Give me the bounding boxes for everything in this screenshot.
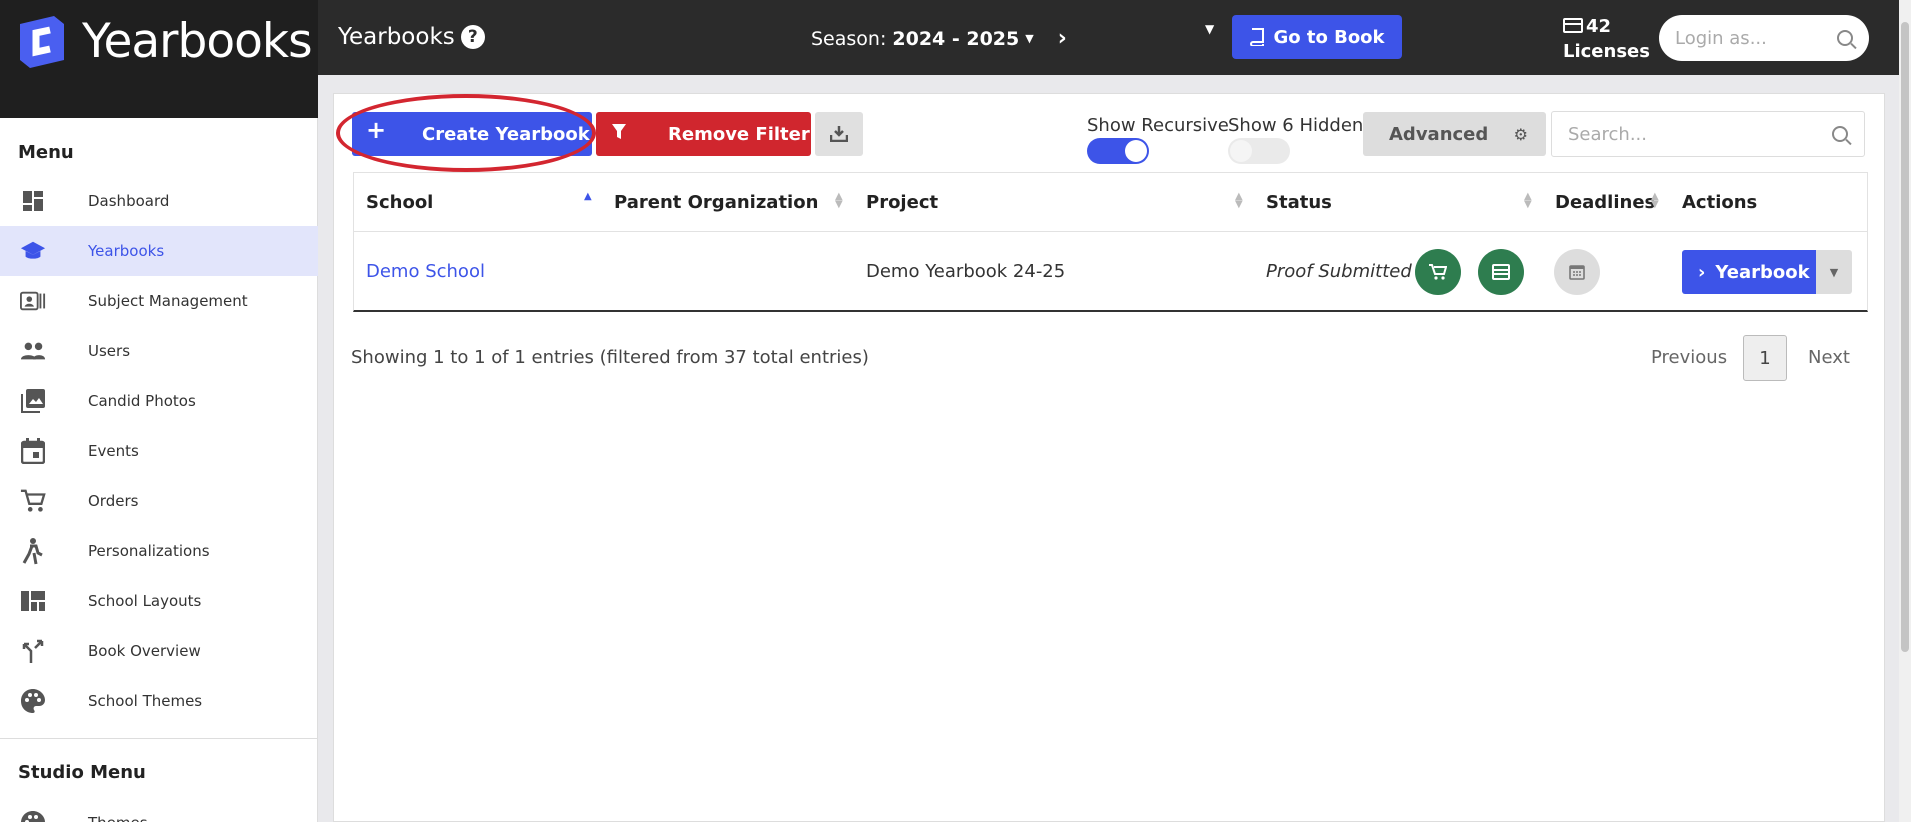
users-icon <box>20 338 46 364</box>
sidebar-item-school-themes[interactable]: School Themes <box>0 676 318 726</box>
status-text: Proof Submitted <box>1266 261 1412 282</box>
caret-down-icon: ▼ <box>1025 32 1034 45</box>
sort-icon[interactable]: ▲ ▼ <box>1651 192 1659 210</box>
show-hidden-toggle[interactable] <box>1228 138 1290 164</box>
studio-menu-title: Studio Menu <box>18 762 146 783</box>
sidebar-item-dashboard[interactable]: Dashboard <box>0 176 318 226</box>
book-icon <box>1250 28 1265 46</box>
show-hidden-label: Show 6 Hidden <box>1228 115 1364 136</box>
palette-icon <box>20 810 46 822</box>
person-icon <box>20 538 46 565</box>
go-to-book-button[interactable]: Go to Book <box>1232 15 1402 59</box>
sidebar-item-subject-management[interactable]: Subject Management <box>0 276 318 326</box>
table-row: Demo School Demo Yearbook 24-25 Proof Su… <box>353 232 1868 312</box>
pagination-previous[interactable]: Previous <box>1651 347 1727 368</box>
sidebar-item-yearbooks[interactable]: Yearbooks <box>0 226 318 276</box>
sidebar-item-users[interactable]: Users <box>0 326 318 376</box>
page-title: Yearbooks ? <box>338 24 485 50</box>
toggle-knob <box>1230 140 1252 162</box>
order-cart-icon[interactable] <box>1415 249 1461 295</box>
show-recursive-label: Show Recursive <box>1087 115 1229 136</box>
sidebar-item-book-overview[interactable]: Book Overview <box>0 626 318 676</box>
sidebar-item-candid-photos[interactable]: Candid Photos <box>0 376 318 426</box>
column-actions: Actions <box>1682 192 1758 213</box>
palette-icon <box>20 688 46 714</box>
graduation-cap-icon <box>20 238 46 264</box>
toggle-knob <box>1125 140 1147 162</box>
sidebar-item-themes[interactable]: Themes <box>0 798 318 822</box>
table-info: Showing 1 to 1 of 1 entries (filtered fr… <box>351 347 869 368</box>
menu-title: Menu <box>18 142 74 163</box>
project-cell: Demo Yearbook 24-25 <box>866 261 1066 282</box>
dashboard-icon <box>20 188 46 214</box>
sidebar-item-events[interactable]: Events <box>0 426 318 476</box>
list-icon[interactable] <box>1478 249 1524 295</box>
sort-icon[interactable]: ▲ ▼ <box>1235 192 1243 210</box>
licenses-counter: 42 Licenses <box>1563 16 1650 62</box>
logo[interactable]: Yearbooks <box>0 0 318 118</box>
branch-icon <box>20 638 46 664</box>
open-yearbook-button[interactable]: › Yearbook <box>1682 250 1816 294</box>
caret-down-icon[interactable]: ▼ <box>1205 22 1214 36</box>
search-icon <box>1837 30 1853 46</box>
id-card-icon <box>20 288 46 314</box>
calendar-icon <box>20 438 46 464</box>
sidebar-item-orders[interactable]: Orders <box>0 476 318 526</box>
layout-icon <box>20 588 46 614</box>
sort-up-icon[interactable]: ▲ <box>584 192 592 202</box>
photos-icon <box>20 388 46 414</box>
advanced-button[interactable]: Advanced ⚙ <box>1363 112 1546 156</box>
column-parent-organization[interactable]: Parent Organization <box>614 192 818 213</box>
cart-icon <box>20 488 46 514</box>
remove-filter-button[interactable]: Remove Filter <box>596 112 811 156</box>
sidebar-divider <box>0 738 318 739</box>
sort-icon[interactable]: ▲ ▼ <box>835 192 843 210</box>
scrollbar-thumb[interactable] <box>1901 22 1909 652</box>
login-as-input[interactable]: Login as... <box>1659 15 1869 61</box>
highlight-annotation <box>336 94 596 172</box>
sidebar-item-personalizations[interactable]: Personalizations <box>0 526 318 576</box>
chevron-right-icon: › <box>1698 261 1706 283</box>
pagination-next[interactable]: Next <box>1808 347 1850 368</box>
pagination-page-1[interactable]: 1 <box>1743 335 1787 381</box>
column-status[interactable]: Status <box>1266 192 1332 213</box>
school-link[interactable]: Demo School <box>366 261 485 282</box>
deadlines-calendar-icon[interactable] <box>1554 249 1600 295</box>
table-header: School ▲ Parent Organization ▲ ▼ Project … <box>353 172 1868 232</box>
credit-card-icon <box>1563 18 1583 33</box>
chevron-right-icon[interactable]: › <box>1058 26 1067 51</box>
gears-icon: ⚙ <box>1513 124 1528 144</box>
yearbook-actions-dropdown[interactable]: ▼ <box>1816 250 1852 294</box>
yearbooks-logo-icon <box>20 16 64 68</box>
sidebar-item-school-layouts[interactable]: School Layouts <box>0 576 318 626</box>
column-school[interactable]: School <box>366 192 433 213</box>
season-selector[interactable]: Season: 2024 - 2025 ▼ › <box>811 26 1067 51</box>
search-icon <box>1832 126 1848 142</box>
sort-icon[interactable]: ▲ ▼ <box>1524 192 1532 210</box>
sidebar: Menu Dashboard Yearbooks Subject Managem… <box>0 118 318 822</box>
logo-text: Yearbooks <box>82 14 313 69</box>
show-recursive-toggle[interactable] <box>1087 138 1149 164</box>
help-icon[interactable]: ? <box>460 25 485 49</box>
column-deadlines[interactable]: Deadlines <box>1555 192 1655 213</box>
download-button[interactable] <box>815 112 863 156</box>
page-scrollbar[interactable] <box>1899 0 1911 822</box>
filter-icon <box>612 124 626 144</box>
column-project[interactable]: Project <box>866 192 938 213</box>
download-icon <box>830 126 848 142</box>
search-input[interactable]: Search... <box>1551 111 1865 157</box>
